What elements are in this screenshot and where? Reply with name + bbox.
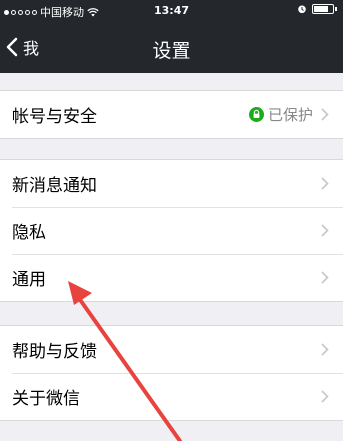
account-status: 已保护 [248,91,313,138]
chevron-right-icon [321,224,329,237]
nav-bar: 我 设置 [0,22,343,73]
chevron-right-icon [321,343,329,356]
page-title: 设置 [152,40,191,62]
lock-icon [248,107,264,122]
chevron-right-icon [321,271,329,284]
account-status-text: 已保护 [267,106,313,124]
chevron-right-icon [321,177,329,190]
settings-item-label: 通用 [12,270,46,290]
general-group: 新消息通知 隐私 通用 [0,159,343,302]
settings-item-label: 帐号与安全 [12,107,97,127]
settings-item-label: 关于微信 [12,389,80,409]
settings-item-notifications[interactable]: 新消息通知 [0,160,343,207]
chevron-right-icon [321,108,329,121]
settings-item-about[interactable]: 关于微信 [0,373,343,420]
settings-item-label: 帮助与反馈 [12,342,97,362]
status-right [297,4,337,14]
support-group: 帮助与反馈 关于微信 [0,325,343,421]
settings-item-privacy[interactable]: 隐私 [0,207,343,254]
settings-item-general[interactable]: 通用 [0,254,343,301]
settings-item-help-feedback[interactable]: 帮助与反馈 [0,326,343,373]
status-time: 13:47 [153,4,189,17]
battery-icon [312,4,337,14]
status-bar: 中国移动 13:47 [0,0,343,22]
alarm-icon [298,5,306,14]
settings-item-label: 隐私 [12,223,46,243]
settings-item-label: 新消息通知 [12,176,97,196]
account-group: 帐号与安全 已保护 [0,90,343,139]
settings-item-account-security[interactable]: 帐号与安全 已保护 [0,91,343,138]
chevron-right-icon [321,390,329,403]
